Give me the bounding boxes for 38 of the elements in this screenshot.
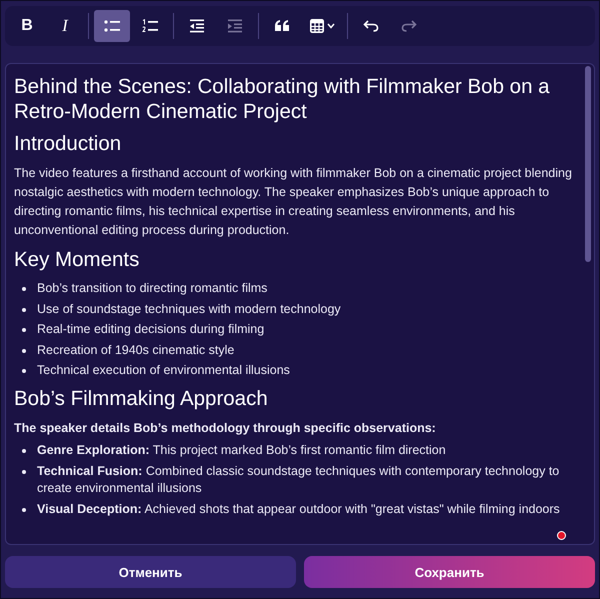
- bullet-icon: [22, 308, 26, 312]
- paragraph: The speaker details Bob’s methodology through specific observations:: [14, 420, 437, 438]
- quote-icon: [275, 20, 289, 32]
- scrollbar-thumb[interactable]: [585, 66, 591, 262]
- outdent-icon: [189, 19, 205, 33]
- list-item: Real-time editing decisions during filming: [37, 321, 264, 338]
- redo-icon: [401, 20, 417, 32]
- bullet-icon: [22, 449, 26, 454]
- list-item: Technical Fusion: Combined classic soundstage techniques with contemporary technology to create environmental illusions: [37, 462, 560, 497]
- indent-icon: [227, 19, 243, 33]
- section-heading: Key Moments: [14, 248, 140, 272]
- bold-button[interactable]: B: [9, 10, 45, 42]
- list-item: Visual Deception: Achieved shots that appear outdoor with "great vistas" while filming indoors: [37, 500, 560, 518]
- save-button[interactable]: Сохранить: [304, 556, 595, 588]
- bullet-icon: [22, 369, 26, 374]
- bullet-icon: [22, 328, 26, 332]
- bullet-icon: [22, 287, 26, 291]
- italic-button[interactable]: I: [47, 10, 83, 42]
- section-heading: Introduction: [14, 132, 122, 156]
- table-icon: [310, 19, 324, 33]
- bullet-icon: [22, 348, 26, 353]
- list-item: Bob’s transition to directing romantic films: [37, 280, 268, 297]
- document-title: Behind the Scenes: Collaborating with Filmmaker Bob on a Retro-Modern Cinematic Project: [14, 74, 551, 124]
- bullet-icon: [22, 470, 26, 474]
- list-item: Genre Exploration: This project marked Bob’s first romantic film direction: [37, 442, 446, 460]
- paragraph: The video features a firsthand account of working with filmmaker Bob on a cinematic project blending nostalgic aesthetics with modern technology. The speaker emphasizes Bob’s unique approach to directing romantic films, his technical expertise in creating seamless environments, and his unconventional editing process during production.: [14, 165, 573, 239]
- bullet-list-button[interactable]: [94, 10, 130, 42]
- bullet-icon: [22, 508, 26, 512]
- list-item: Use of soundstage techniques with modern technology: [37, 300, 341, 318]
- list-item: Recreation of 1940s cinematic style: [37, 342, 234, 359]
- caret-icon: [326, 23, 334, 29]
- bullet-list-icon: [104, 19, 120, 33]
- list-item: Technical execution of environmental illusions: [37, 362, 290, 380]
- editor-panel[interactable]: [5, 63, 595, 545]
- numbered-list-icon: [142, 19, 158, 33]
- undo-icon: [363, 20, 379, 32]
- cancel-button[interactable]: Отменить: [5, 556, 296, 588]
- section-heading: Bob’s Filmmaking Approach: [14, 387, 269, 412]
